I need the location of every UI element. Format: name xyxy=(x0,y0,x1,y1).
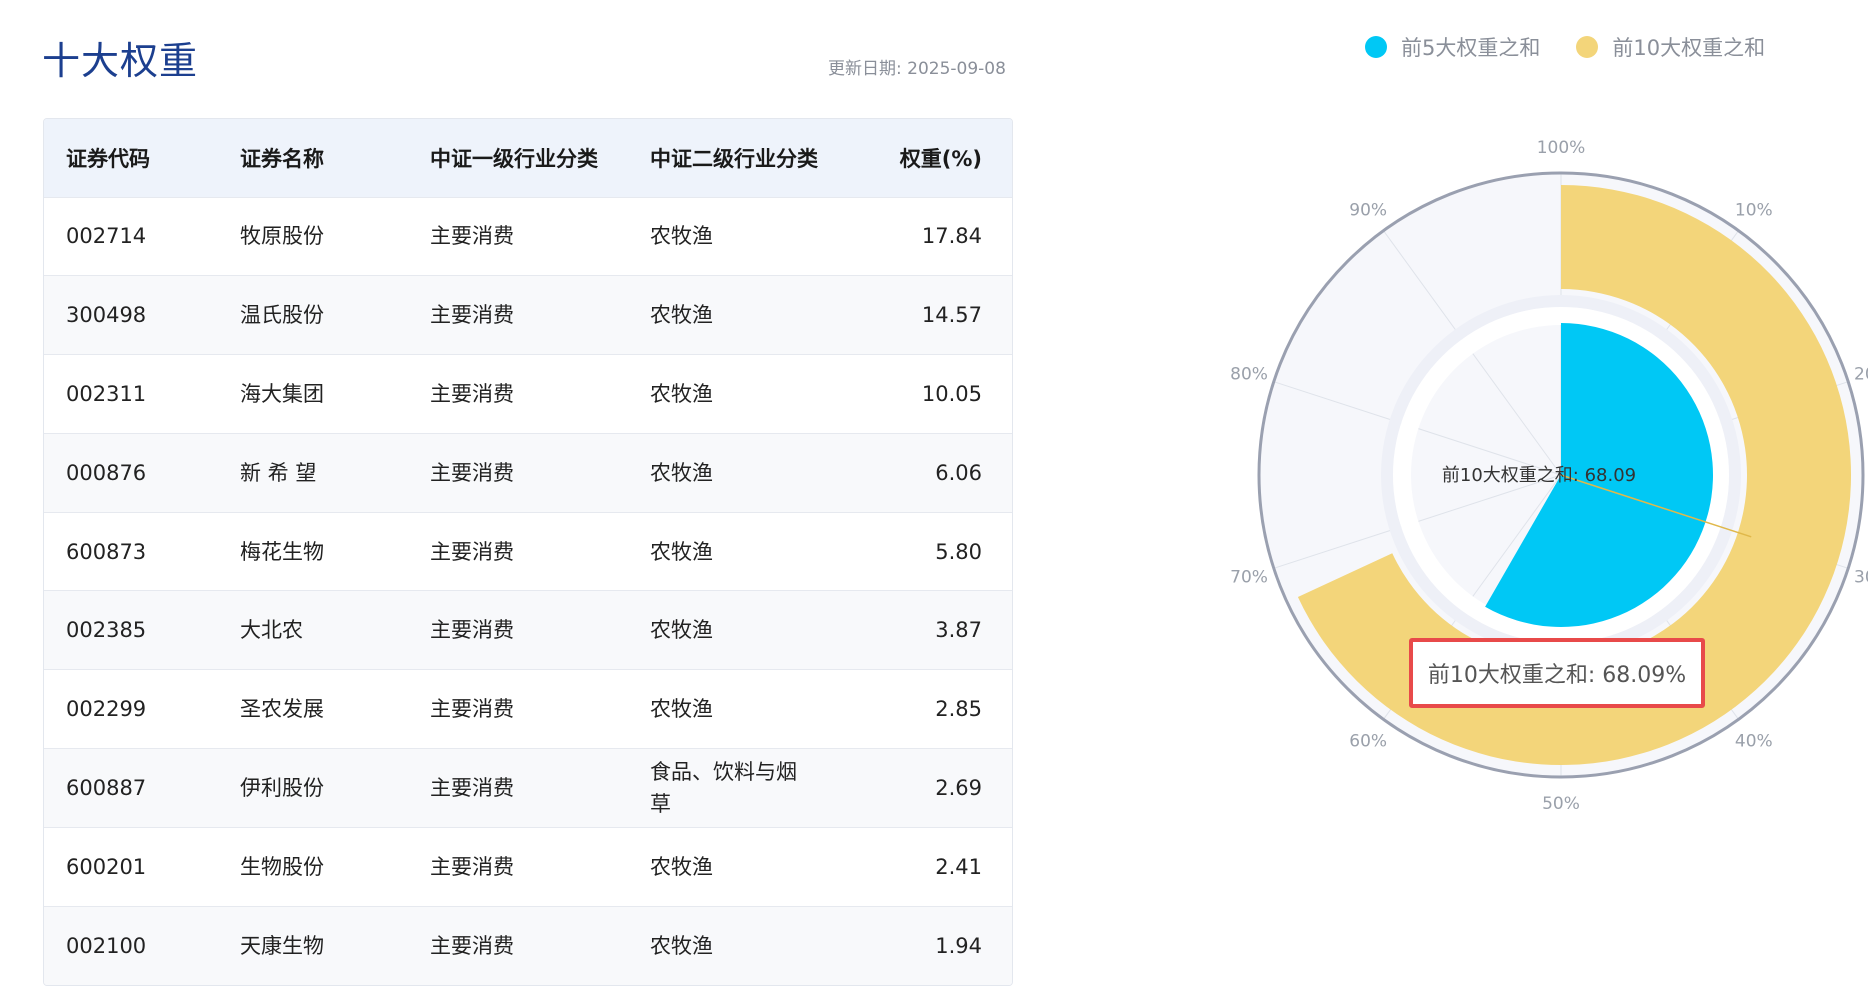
table-row[interactable]: 002299 圣农发展 主要消费 农牧渔 2.85 xyxy=(44,669,1012,749)
update-date: 更新日期: 2025-09-08 xyxy=(828,59,1006,79)
cell-name: 海大集团 xyxy=(240,381,324,406)
cell-name: 梅花生物 xyxy=(240,539,324,564)
legend-label: 前10大权重之和 xyxy=(1612,36,1766,60)
cell-code: 600201 xyxy=(66,854,147,879)
cell-name: 圣农发展 xyxy=(240,697,324,722)
cell-level2-industry: 食品、饮料与烟草 xyxy=(650,759,797,816)
cell-weight: 17.84 xyxy=(921,224,982,249)
cell-weight: 2.69 xyxy=(935,775,982,800)
cell-level2-industry: 农牧渔 xyxy=(650,697,713,722)
cell-name: 生物股份 xyxy=(240,854,324,879)
angle-tick-label: 70% xyxy=(1230,567,1268,587)
angle-tick-label: 30% xyxy=(1854,567,1868,587)
cell-level1-industry: 主要消费 xyxy=(430,854,514,879)
cell-weight: 1.94 xyxy=(935,933,982,958)
cell-name: 温氏股份 xyxy=(240,303,324,328)
table-row[interactable]: 002311 海大集团 主要消费 农牧渔 10.05 xyxy=(44,354,1012,434)
table-row[interactable]: 600201 生物股份 主要消费 农牧渔 2.41 xyxy=(44,827,1012,906)
angle-tick-label: 60% xyxy=(1349,731,1387,751)
column-header-level1-industry[interactable]: 中证一级行业分类 xyxy=(408,119,628,197)
cell-level2-industry: 农牧渔 xyxy=(650,539,713,564)
cell-level1-industry: 主要消费 xyxy=(430,460,514,485)
cell-level2-industry: 农牧渔 xyxy=(650,933,713,958)
page-title: 十大权重 xyxy=(42,39,199,83)
cell-weight: 10.05 xyxy=(921,381,982,406)
cell-level2-industry: 农牧渔 xyxy=(650,618,713,643)
table-row[interactable]: 600887 伊利股份 主要消费 食品、饮料与烟草 2.69 xyxy=(44,748,1012,828)
cell-weight: 3.87 xyxy=(935,618,982,643)
chart-tooltip: 前10大权重之和: 68.09% xyxy=(1409,638,1705,708)
cell-level1-industry: 主要消费 xyxy=(430,697,514,722)
column-header-code[interactable]: 证券代码 xyxy=(44,119,218,197)
cell-level1-industry: 主要消费 xyxy=(430,618,514,643)
column-header-name[interactable]: 证券名称 xyxy=(218,119,408,197)
legend-label: 前5大权重之和 xyxy=(1401,36,1541,60)
cell-level2-industry: 农牧渔 xyxy=(650,854,713,879)
legend-item-top10[interactable]: 前10大权重之和 xyxy=(1576,32,1765,62)
cell-level2-industry: 农牧渔 xyxy=(650,224,713,249)
polar-bar-chart: 100% 10% 20% 30% 40% 50% 60% 70% 80% 90% 前10大权重之和:… xyxy=(1230,138,1868,814)
cell-code: 600887 xyxy=(66,775,147,800)
cell-level2-industry: 农牧渔 xyxy=(650,460,713,485)
cell-level1-industry: 主要消费 xyxy=(430,381,514,406)
cell-code: 002100 xyxy=(66,933,147,958)
table-row[interactable]: 300498 温氏股份 主要消费 农牧渔 14.57 xyxy=(44,275,1012,355)
legend-dot-icon xyxy=(1576,36,1599,58)
angle-tick-label: 100% xyxy=(1537,138,1586,158)
cell-level1-industry: 主要消费 xyxy=(430,539,514,564)
table-row[interactable]: 002100 天康生物 主要消费 农牧渔 1.94 xyxy=(44,906,1012,985)
angle-tick-label: 90% xyxy=(1349,201,1387,221)
cell-weight: 5.80 xyxy=(935,539,982,564)
table-row[interactable]: 002714 牧原股份 主要消费 农牧渔 17.84 xyxy=(44,197,1012,276)
cell-name: 伊利股份 xyxy=(240,775,324,800)
cell-level1-industry: 主要消费 xyxy=(430,933,514,958)
cell-name: 牧原股份 xyxy=(240,224,324,249)
cell-weight: 14.57 xyxy=(921,303,982,328)
table-header-row: 证券代码 证券名称 中证一级行业分类 中证二级行业分类 权重(%) xyxy=(44,119,1012,197)
cell-code: 600873 xyxy=(66,539,147,564)
column-header-weight[interactable]: 权重(%) xyxy=(868,119,1012,197)
center-value-label: 前10大权重之和: 68.09 xyxy=(1442,465,1636,486)
top-ten-weights-table: 证券代码 证券名称 中证一级行业分类 中证二级行业分类 权重(%) 002714… xyxy=(43,118,1013,986)
cell-weight: 2.85 xyxy=(935,697,982,722)
angle-tick-label: 20% xyxy=(1854,365,1868,385)
cell-level2-industry: 农牧渔 xyxy=(650,381,713,406)
cell-code: 002714 xyxy=(66,224,147,249)
legend-item-top5[interactable]: 前5大权重之和 xyxy=(1365,32,1540,62)
angle-tick-label: 40% xyxy=(1735,731,1773,751)
cell-name: 新 希 望 xyxy=(240,460,317,485)
cell-code: 300498 xyxy=(66,303,147,328)
cell-level1-industry: 主要消费 xyxy=(430,224,514,249)
cell-level1-industry: 主要消费 xyxy=(430,775,514,800)
cell-level2-industry: 农牧渔 xyxy=(650,303,713,328)
cell-name: 大北农 xyxy=(240,618,303,643)
cell-code: 002311 xyxy=(66,381,147,406)
cell-code: 000876 xyxy=(66,460,147,485)
angle-tick-label: 50% xyxy=(1542,794,1580,814)
table-row[interactable]: 002385 大北农 主要消费 农牧渔 3.87 xyxy=(44,590,1012,670)
table-row[interactable]: 000876 新 希 望 主要消费 农牧渔 6.06 xyxy=(44,433,1012,513)
cell-name: 天康生物 xyxy=(240,933,324,958)
cell-code: 002299 xyxy=(66,697,147,722)
cell-weight: 2.41 xyxy=(935,854,982,879)
angle-tick-label: 80% xyxy=(1230,365,1268,385)
cell-weight: 6.06 xyxy=(935,460,982,485)
column-header-level2-industry[interactable]: 中证二级行业分类 xyxy=(628,119,868,197)
angle-tick-label: 10% xyxy=(1735,201,1773,221)
cell-level1-industry: 主要消费 xyxy=(430,303,514,328)
legend-dot-icon xyxy=(1365,36,1387,58)
cell-code: 002385 xyxy=(66,618,147,643)
chart-legend: 前5大权重之和 前10大权重之和 xyxy=(1365,32,1765,62)
table-row[interactable]: 600873 梅花生物 主要消费 农牧渔 5.80 xyxy=(44,512,1012,591)
